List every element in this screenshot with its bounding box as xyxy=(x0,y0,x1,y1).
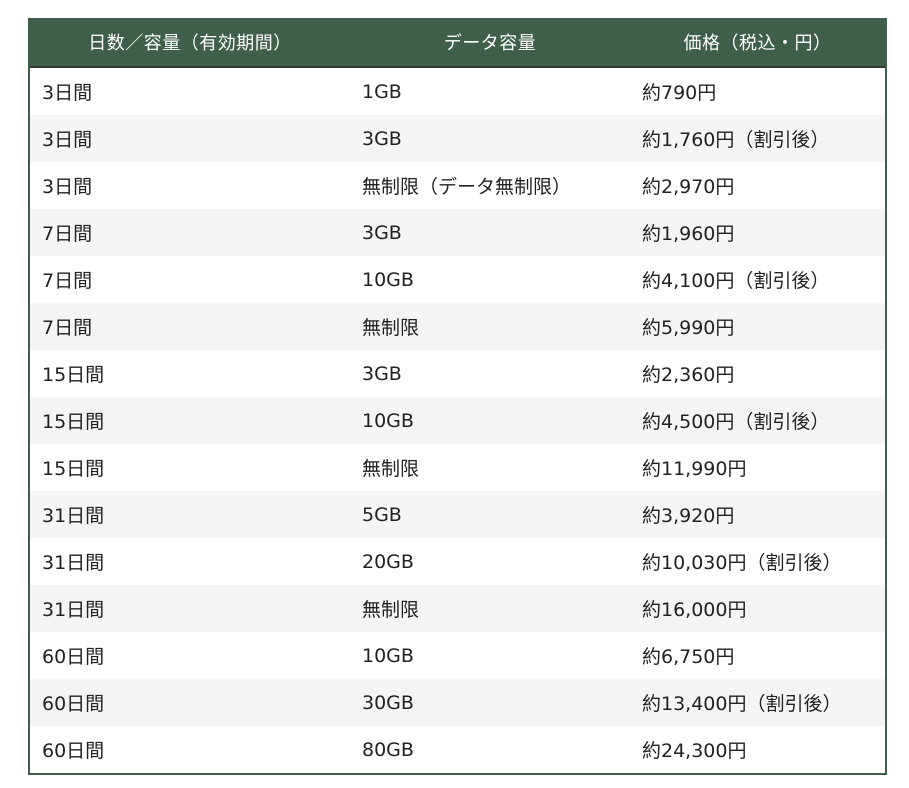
cell-days: 7日間 xyxy=(30,209,350,256)
cell-days: 7日間 xyxy=(30,256,350,303)
cell-price: 約11,990円 xyxy=(630,444,885,491)
table-row: 7日間 3GB 約1,960円 xyxy=(30,209,885,256)
pricing-table: 日数／容量（有効期間） データ容量 価格（税込・円） 3日間 1GB 約790円… xyxy=(30,18,885,773)
cell-days: 15日間 xyxy=(30,350,350,397)
table-row: 3日間 3GB 約1,760円（割引後） xyxy=(30,115,885,162)
cell-days: 3日間 xyxy=(30,115,350,162)
table-row: 31日間 5GB 約3,920円 xyxy=(30,491,885,538)
table-row: 31日間 無制限 約16,000円 xyxy=(30,585,885,632)
cell-data: 無制限（データ無制限） xyxy=(350,162,630,209)
table-row: 60日間 10GB 約6,750円 xyxy=(30,632,885,679)
table-row: 3日間 1GB 約790円 xyxy=(30,67,885,115)
cell-days: 60日間 xyxy=(30,726,350,773)
cell-price: 約16,000円 xyxy=(630,585,885,632)
cell-data: 無制限 xyxy=(350,585,630,632)
cell-price: 約3,920円 xyxy=(630,491,885,538)
table-row: 15日間 10GB 約4,500円（割引後） xyxy=(30,397,885,444)
cell-data: 無制限 xyxy=(350,303,630,350)
cell-data: 80GB xyxy=(350,726,630,773)
table-header: 日数／容量（有効期間） データ容量 価格（税込・円） xyxy=(30,18,885,68)
cell-data: 1GB xyxy=(350,67,630,115)
cell-price: 約790円 xyxy=(630,67,885,115)
table-row: 60日間 30GB 約13,400円（割引後） xyxy=(30,679,885,726)
cell-days: 3日間 xyxy=(30,162,350,209)
cell-price: 約1,960円 xyxy=(630,209,885,256)
cell-days: 7日間 xyxy=(30,303,350,350)
header-row: 日数／容量（有効期間） データ容量 価格（税込・円） xyxy=(30,18,885,68)
table-row: 60日間 80GB 約24,300円 xyxy=(30,726,885,773)
cell-days: 60日間 xyxy=(30,679,350,726)
cell-days: 3日間 xyxy=(30,67,350,115)
cell-price: 約5,990円 xyxy=(630,303,885,350)
cell-days: 15日間 xyxy=(30,444,350,491)
table-row: 3日間 無制限（データ無制限） 約2,970円 xyxy=(30,162,885,209)
cell-data: 3GB xyxy=(350,350,630,397)
cell-price: 約4,500円（割引後） xyxy=(630,397,885,444)
cell-price: 約13,400円（割引後） xyxy=(630,679,885,726)
cell-data: 10GB xyxy=(350,632,630,679)
cell-days: 31日間 xyxy=(30,585,350,632)
cell-days: 31日間 xyxy=(30,491,350,538)
table-row: 15日間 無制限 約11,990円 xyxy=(30,444,885,491)
cell-price: 約4,100円（割引後） xyxy=(630,256,885,303)
cell-data: 30GB xyxy=(350,679,630,726)
table-row: 7日間 10GB 約4,100円（割引後） xyxy=(30,256,885,303)
pricing-table-container: 日数／容量（有効期間） データ容量 価格（税込・円） 3日間 1GB 約790円… xyxy=(28,18,887,775)
table-body: 3日間 1GB 約790円 3日間 3GB 約1,760円（割引後） 3日間 無… xyxy=(30,67,885,773)
cell-data: 20GB xyxy=(350,538,630,585)
cell-price: 約10,030円（割引後） xyxy=(630,538,885,585)
cell-price: 約24,300円 xyxy=(630,726,885,773)
table-row: 7日間 無制限 約5,990円 xyxy=(30,303,885,350)
cell-price: 約2,970円 xyxy=(630,162,885,209)
header-data: データ容量 xyxy=(350,18,630,68)
cell-data: 3GB xyxy=(350,209,630,256)
cell-data: 10GB xyxy=(350,256,630,303)
cell-price: 約1,760円（割引後） xyxy=(630,115,885,162)
cell-days: 31日間 xyxy=(30,538,350,585)
cell-price: 約2,360円 xyxy=(630,350,885,397)
cell-data: 10GB xyxy=(350,397,630,444)
cell-data: 5GB xyxy=(350,491,630,538)
cell-data: 3GB xyxy=(350,115,630,162)
table-row: 15日間 3GB 約2,360円 xyxy=(30,350,885,397)
cell-days: 60日間 xyxy=(30,632,350,679)
header-days: 日数／容量（有効期間） xyxy=(30,18,350,68)
cell-data: 無制限 xyxy=(350,444,630,491)
cell-days: 15日間 xyxy=(30,397,350,444)
cell-price: 約6,750円 xyxy=(630,632,885,679)
table-row: 31日間 20GB 約10,030円（割引後） xyxy=(30,538,885,585)
header-price: 価格（税込・円） xyxy=(630,18,885,68)
